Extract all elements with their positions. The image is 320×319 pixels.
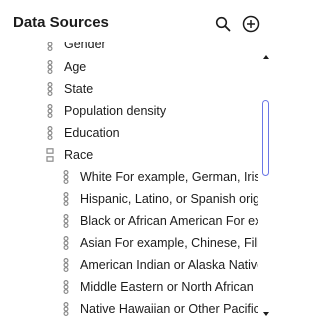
drag-handle-icon[interactable] (61, 214, 71, 228)
add-circle-icon (242, 15, 260, 33)
add-data-source-button[interactable] (241, 14, 261, 34)
field-label: Education (64, 126, 120, 140)
field-state[interactable]: State (45, 78, 258, 100)
race-option-label: Black or African American For example, J… (80, 214, 258, 228)
race-option-label: Middle Eastern or North African For exam… (80, 280, 258, 294)
drag-handle-icon[interactable] (45, 60, 55, 74)
race-option-hispanic[interactable]: Hispanic, Latino, or Spanish origin For … (61, 188, 258, 210)
race-option-label: Hispanic, Latino, or Spanish origin For … (80, 192, 258, 206)
field-population-density[interactable]: Population density (45, 100, 258, 122)
race-option-asian[interactable]: Asian For example, Chinese, Filipino, As… (61, 232, 258, 254)
field-list: Gender Age State Population density Educ… (0, 34, 258, 319)
drag-handle-icon[interactable] (61, 280, 71, 294)
field-label: State (64, 82, 94, 96)
race-option-native-hawaiian[interactable]: Native Hawaiian or Other Pacific Islande… (61, 298, 258, 319)
scrollbar-thumb[interactable] (262, 100, 269, 176)
race-option-label: White For example, German, Irish, Englis… (80, 170, 258, 184)
drag-handle-icon[interactable] (45, 126, 55, 140)
caret-up-icon (263, 55, 269, 59)
search-icon (215, 16, 231, 32)
field-age[interactable]: Age (45, 56, 258, 78)
field-label: Population density (64, 104, 167, 118)
race-option-american-indian[interactable]: American Indian or Alaska Native For exa… (61, 254, 258, 276)
drag-handle-icon[interactable] (61, 192, 71, 206)
drag-handle-icon[interactable] (61, 302, 71, 316)
panel-title: Data Sources (13, 14, 109, 31)
drag-handle-icon[interactable] (45, 104, 55, 118)
scroll-down-button[interactable] (261, 305, 271, 316)
field-race[interactable]: Race (45, 144, 258, 166)
race-option-middle-eastern[interactable]: Middle Eastern or North African For exam… (61, 276, 258, 298)
search-button[interactable] (213, 14, 233, 34)
race-option-white[interactable]: White For example, German, Irish, Englis… (61, 166, 258, 188)
race-option-label: Native Hawaiian or Other Pacific Islande… (80, 302, 258, 316)
drag-handle-icon[interactable] (61, 236, 71, 250)
field-label: Age (64, 60, 87, 74)
caret-down-icon (263, 312, 269, 316)
drag-handle-icon[interactable] (61, 170, 71, 184)
panel-header: Data Sources (0, 0, 278, 42)
race-option-black[interactable]: Black or African American For example, J… (61, 210, 258, 232)
drag-handle-icon[interactable] (61, 258, 71, 272)
data-sources-panel: Gender Age State Population density Educ… (0, 0, 278, 319)
scroll-up-button[interactable] (261, 48, 271, 59)
field-label: Race (64, 148, 94, 162)
race-option-label: Asian For example, Chinese, Filipino, As… (80, 236, 258, 250)
race-option-label: American Indian or Alaska Native For exa… (80, 258, 258, 272)
drag-handle-icon[interactable] (45, 82, 55, 96)
field-education[interactable]: Education (45, 122, 258, 144)
group-icon[interactable] (45, 148, 55, 162)
